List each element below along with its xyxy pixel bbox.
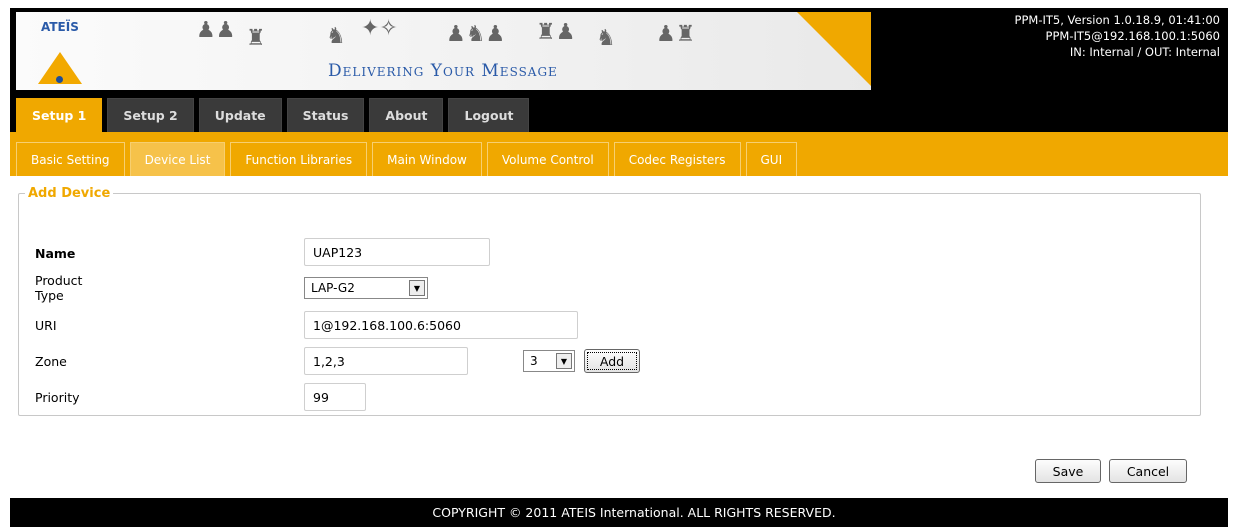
zone-input[interactable]: 1,2,3 [304,347,468,375]
zone-select[interactable]: 3 ▼ [523,350,575,372]
device-io: IN: Internal / OUT: Internal [1069,45,1220,59]
tagline: Delivering Your Message [328,61,558,81]
sub-tabs: Basic Setting Device List Function Libra… [16,142,798,176]
product-type-select[interactable]: LAP-G2 ▼ [304,277,428,299]
chevron-down-icon: ▼ [556,353,572,369]
cancel-button[interactable]: Cancel [1109,459,1187,483]
logo-dot [56,76,63,83]
uri-label: URI [35,317,57,333]
logo-text: ATEÏS [41,20,79,34]
name-input[interactable]: UAP123 [304,238,490,266]
device-address: PPM-IT5@192.168.100.1:5060 [1045,29,1220,43]
banner: ATEÏS ♟♟ ♜ ♞ ✦✧ ♟♞♟ ♜♟ ♞ ♟♜ Delivering Y… [16,12,871,90]
save-button[interactable]: Save [1035,459,1101,483]
app-frame: ATEÏS ♟♟ ♜ ♞ ✦✧ ♟♞♟ ♜♟ ♞ ♟♜ Delivering Y… [10,8,1228,527]
banner-corner-shape [797,12,871,90]
add-zone-button[interactable]: Add [584,349,640,373]
add-device-fieldset: Add Device Name UAP123 Product Type LAP-… [18,186,1201,416]
device-version: PPM-IT5, Version 1.0.18.9, 01:41:00 [1014,13,1220,27]
subtab-codec-registers[interactable]: Codec Registers [613,142,741,176]
header: ATEÏS ♟♟ ♜ ♞ ✦✧ ♟♞♟ ♜♟ ♞ ♟♜ Delivering Y… [10,8,1228,90]
footer: COPYRIGHT © 2011 ATEIS International. AL… [10,498,1228,527]
subtab-function-libraries[interactable]: Function Libraries [230,142,368,176]
chevron-down-icon: ▼ [409,280,425,296]
subtab-volume-control[interactable]: Volume Control [486,142,609,176]
banner-figures-image: ♟♟ ♜ ♞ ✦✧ ♟♞♟ ♜♟ ♞ ♟♜ [196,16,696,51]
tab-logout[interactable]: Logout [448,98,530,132]
main-tabs: Setup 1 Setup 2 Update Status About Logo… [16,98,530,132]
subtab-gui[interactable]: GUI [745,142,798,176]
tab-setup-2[interactable]: Setup 2 [107,98,194,132]
device-info: PPM-IT5, Version 1.0.18.9, 01:41:00 PPM-… [1015,12,1220,60]
name-label: Name [35,245,76,261]
priority-label: Priority [35,389,80,405]
subtab-device-list[interactable]: Device List [129,142,226,176]
subtab-basic-setting[interactable]: Basic Setting [16,142,125,176]
zone-label: Zone [35,353,67,369]
copyright-text: COPYRIGHT © 2011 ATEIS International. AL… [432,505,836,520]
uri-input[interactable]: 1@192.168.100.6:5060 [304,311,578,339]
tab-setup-1[interactable]: Setup 1 [16,98,103,132]
content-area: Add Device Name UAP123 Product Type LAP-… [10,176,1228,498]
add-device-legend: Add Device [28,186,111,201]
product-type-value: LAP-G2 [311,281,355,295]
zone-select-value: 3 [530,354,538,368]
product-type-label: Product Type [35,273,83,303]
tab-about[interactable]: About [369,98,444,132]
priority-input[interactable]: 99 [304,383,366,411]
tab-status[interactable]: Status [286,98,365,132]
tab-update[interactable]: Update [198,98,282,132]
sub-tab-bar: Basic Setting Device List Function Libra… [10,132,1228,176]
subtab-main-window[interactable]: Main Window [372,142,482,176]
